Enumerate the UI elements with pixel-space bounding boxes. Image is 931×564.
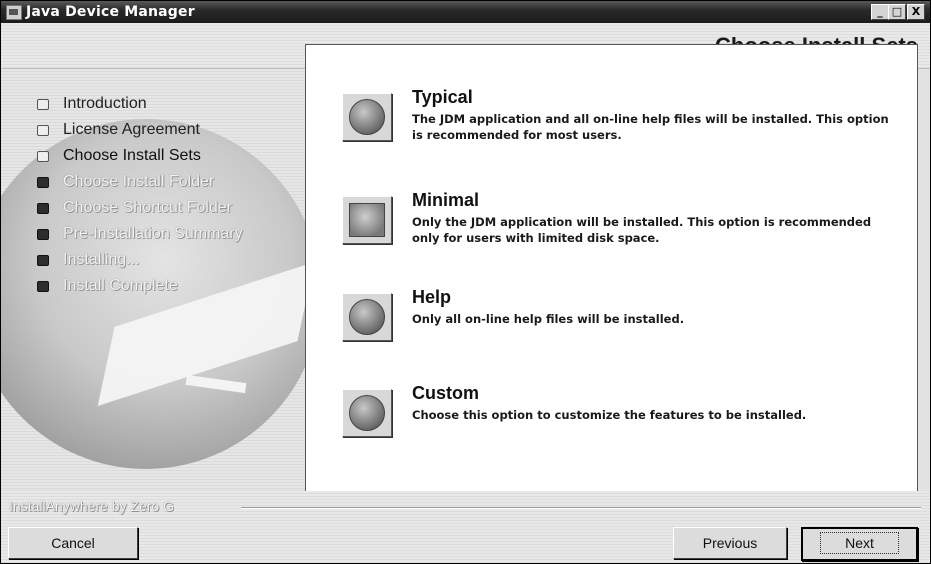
option-title: Help (412, 287, 452, 307)
option-custom: Custom Choose this option to customize t… (342, 383, 902, 463)
step-label: Installing... (63, 251, 140, 268)
step-bullet-icon (37, 125, 49, 136)
step-introduction: Introduction (37, 91, 243, 117)
option-help: Help Only all on-line help files will be… (342, 287, 902, 367)
option-description: Only the JDM application will be install… (412, 215, 872, 245)
window-title: Java Device Manager (26, 4, 195, 20)
option-description: Only all on-line help files will be inst… (412, 312, 685, 326)
step-bullet-icon (37, 255, 49, 266)
branding-label: InstallAnywhere by Zero G (9, 498, 174, 514)
step-install-complete: Install Complete (37, 273, 243, 299)
step-bullet-icon (37, 99, 49, 110)
circle-button-icon (349, 99, 385, 135)
typical-button[interactable] (342, 93, 392, 141)
steps-list: Introduction License Agreement Choose In… (37, 91, 243, 299)
footer-divider (241, 507, 921, 509)
step-label: Install Complete (63, 277, 178, 294)
step-label: Choose Install Folder (63, 173, 215, 190)
step-label: Introduction (63, 95, 147, 112)
option-description: The JDM application and all on-line help… (412, 112, 889, 142)
minimal-button[interactable] (342, 196, 392, 244)
cancel-button[interactable]: Cancel (8, 527, 138, 559)
option-typical: Typical The JDM application and all on-l… (342, 87, 902, 167)
square-button-icon (349, 203, 385, 237)
step-choose-shortcut-folder: Choose Shortcut Folder (37, 195, 243, 221)
help-button[interactable] (342, 293, 392, 341)
close-button[interactable]: X (907, 4, 925, 20)
installer-window: Java Device Manager _ □ X Choose Install… (0, 0, 931, 564)
option-title: Typical (412, 87, 473, 107)
step-bullet-icon (37, 151, 49, 162)
next-button-label: Next (820, 532, 899, 554)
step-label: License Agreement (63, 121, 200, 138)
app-icon (6, 5, 22, 20)
minimize-button[interactable]: _ (871, 4, 889, 20)
step-label: Pre-Installation Summary (63, 225, 243, 242)
step-choose-install-sets: Choose Install Sets (37, 143, 243, 169)
custom-button[interactable] (342, 389, 392, 437)
step-license-agreement: License Agreement (37, 117, 243, 143)
step-installing: Installing... (37, 247, 243, 273)
circle-button-icon (349, 299, 385, 335)
step-bullet-icon (37, 203, 49, 214)
title-bar[interactable]: Java Device Manager _ □ X (1, 1, 930, 23)
circle-button-icon (349, 395, 385, 431)
step-bullet-icon (37, 281, 49, 292)
maximize-button[interactable]: □ (888, 4, 906, 20)
step-bullet-icon (37, 177, 49, 188)
step-choose-install-folder: Choose Install Folder (37, 169, 243, 195)
option-minimal: Minimal Only the JDM application will be… (342, 190, 902, 270)
next-button[interactable]: Next (801, 527, 918, 561)
install-set-options: Typical The JDM application and all on-l… (305, 44, 918, 492)
step-label: Choose Install Sets (63, 147, 201, 164)
step-label: Choose Shortcut Folder (63, 199, 232, 216)
option-title: Custom (412, 383, 479, 403)
step-bullet-icon (37, 229, 49, 240)
step-pre-installation-summary: Pre-Installation Summary (37, 221, 243, 247)
steps-panel: Introduction License Agreement Choose In… (1, 69, 306, 489)
option-title: Minimal (412, 190, 480, 210)
option-description: Choose this option to customize the feat… (412, 408, 807, 422)
previous-button[interactable]: Previous (673, 527, 787, 559)
